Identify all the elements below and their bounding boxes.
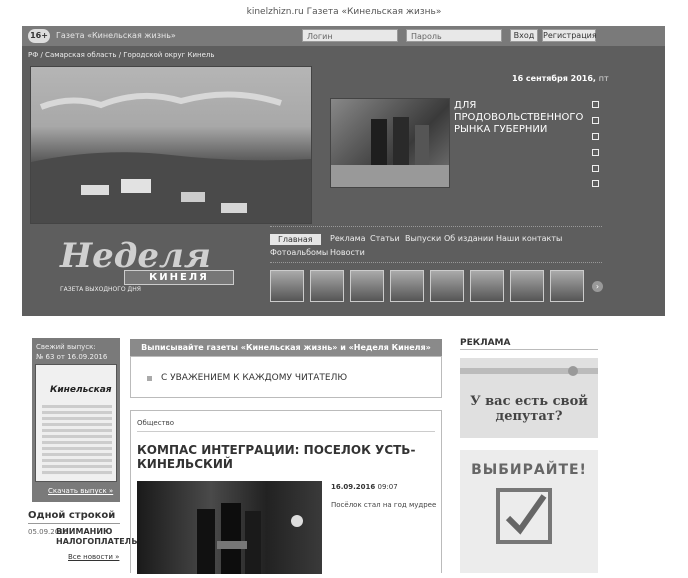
login-input[interactable]: Логин (302, 29, 398, 42)
album-thumb-4[interactable] (390, 270, 424, 302)
issue-label: Свежий выпуск: (36, 343, 96, 351)
thumbs-divider (270, 262, 602, 263)
album-thumb-8[interactable] (550, 270, 584, 302)
article-title[interactable]: КОМПАС ИНТЕГРАЦИИ: ПОСЕЛОК УСТЬ-КИНЕЛЬСК… (137, 443, 427, 471)
one-line-heading: Одной строкой (28, 510, 116, 521)
bullet-icon (147, 376, 152, 381)
one-line-divider (28, 523, 120, 524)
age-rating-badge: 16+ (28, 29, 50, 43)
article-category[interactable]: Общество (137, 419, 174, 427)
nedelya-kinelya-logo[interactable]: Неделя КИНЕЛЯ ГАЗЕТА ВЫХОДНОГО ДНЯ (60, 236, 234, 298)
album-thumb-6[interactable] (470, 270, 504, 302)
vote-ad-text: ВЫБИРАЙТЕ! (471, 462, 587, 478)
deputy-ad-banner[interactable]: У вас есть свой депутат? (460, 358, 598, 438)
album-thumb-1[interactable] (270, 270, 304, 302)
checkmark-icon (496, 488, 552, 544)
site-name[interactable]: Газета «Кинельская жизнь» (56, 31, 176, 40)
article-lead: Посёлок стал на год мудрее (331, 501, 437, 509)
logo-sub: КИНЕЛЯ (124, 270, 234, 285)
news-photo[interactable] (330, 98, 450, 188)
login-button[interactable]: Вход (510, 29, 538, 42)
nav-item-about[interactable]: Об издании (444, 234, 493, 243)
nav-item-news[interactable]: Новости (330, 248, 365, 257)
album-thumb-3[interactable] (350, 270, 384, 302)
motto-box: С УВАЖЕНИЕМ К КАЖДОМУ ЧИТАТЕЛЮ (130, 356, 442, 398)
article-time: 09:07 (377, 483, 398, 491)
url-text: kinelzhizn.ru Газета «Кинельская жизнь» (246, 7, 442, 17)
article-photo[interactable] (137, 481, 322, 574)
nav-item-ads[interactable]: Реклама (330, 234, 366, 243)
nav-item-issues[interactable]: Выпуски (405, 234, 441, 243)
password-input[interactable]: Пароль (406, 29, 502, 42)
chevron-right-icon[interactable]: › (592, 281, 603, 292)
current-date: 16 сентября 2016, пт (512, 74, 609, 83)
date-text: 16 сентября 2016, (512, 74, 596, 83)
ads-divider (460, 349, 598, 350)
article-datetime: 16.09.2016 09:07 (331, 483, 398, 491)
all-news-link[interactable]: Все новости » (68, 553, 119, 561)
address-bar[interactable]: kinelzhizn.ru Газета «Кинельская жизнь» (0, 0, 688, 26)
checkmark-shape (505, 494, 547, 535)
city-aerial-image (31, 91, 311, 223)
motto-text: С УВАЖЕНИЕМ К КАЖДОМУ ЧИТАТЕЛЮ (161, 373, 348, 383)
logo-tagline: ГАЗЕТА ВЫХОДНОГО ДНЯ (60, 286, 141, 293)
slider-dot-4[interactable] (592, 149, 599, 156)
vote-ad-banner[interactable]: ВЫБИРАЙТЕ! (460, 450, 598, 573)
ads-heading: РЕКЛАМА (460, 338, 511, 348)
cover-title: Кинельская (50, 385, 112, 395)
nav-item-contacts[interactable]: Наши контакты (496, 234, 562, 243)
nav-item-albums[interactable]: Фотоальбомы (270, 248, 328, 257)
album-thumb-5[interactable] (430, 270, 464, 302)
slider-dot-1[interactable] (592, 101, 599, 108)
slider-dot-5[interactable] (592, 165, 599, 172)
slider-headline[interactable]: ДЛЯ ПРОДОВОЛЬСТВЕННОГО РЫНКА ГУБЕРНИИ (454, 100, 584, 136)
slider-dot-6[interactable] (592, 180, 599, 187)
article-photo-image (197, 503, 303, 574)
nav-divider (270, 226, 602, 227)
news-photo-image (331, 117, 449, 187)
breadcrumb[interactable]: РФ / Самарская область / Городской округ… (28, 51, 215, 59)
top-strip: 16+ Газета «Кинельская жизнь» Логин Паро… (22, 26, 665, 46)
city-aerial-photo[interactable] (30, 66, 312, 224)
subscribe-text: Выписывайте газеты «Кинельская жизнь» и … (141, 343, 431, 352)
deputy-ad-text: У вас есть свой депутат? (470, 394, 588, 424)
nav-item-home[interactable]: Главная (270, 234, 321, 245)
subscribe-banner[interactable]: Выписывайте газеты «Кинельская жизнь» и … (130, 339, 442, 356)
download-issue-link[interactable]: Скачать выпуск » (48, 487, 113, 495)
badge-icon (568, 366, 578, 376)
register-button[interactable]: Регистрация (542, 29, 597, 42)
nav-item-articles[interactable]: Статьи (370, 234, 400, 243)
slider-dot-3[interactable] (592, 133, 599, 140)
album-thumb-7[interactable] (510, 270, 544, 302)
slider-dot-2[interactable] (592, 117, 599, 124)
weekday-text: пт (598, 74, 609, 83)
site-header: 16+ Газета «Кинельская жизнь» Логин Паро… (22, 26, 665, 316)
latest-issue-box: Свежий выпуск: № 63 от 16.09.2016 Кинельс… (32, 338, 120, 502)
issue-number: № 63 от 16.09.2016 (36, 353, 108, 361)
article-divider (137, 431, 435, 432)
cover-text-block (42, 405, 112, 475)
album-thumb-2[interactable] (310, 270, 344, 302)
article-card: Общество КОМПАС ИНТЕГРАЦИИ: ПОСЕЛОК УСТЬ… (130, 410, 442, 574)
one-line-news-link[interactable]: ВНИМАНИЮ НАЛОГОПЛАТЕЛЬЩИ... (56, 527, 164, 547)
article-date: 16.09.2016 (331, 483, 376, 491)
issue-cover[interactable]: Кинельская (35, 364, 117, 482)
